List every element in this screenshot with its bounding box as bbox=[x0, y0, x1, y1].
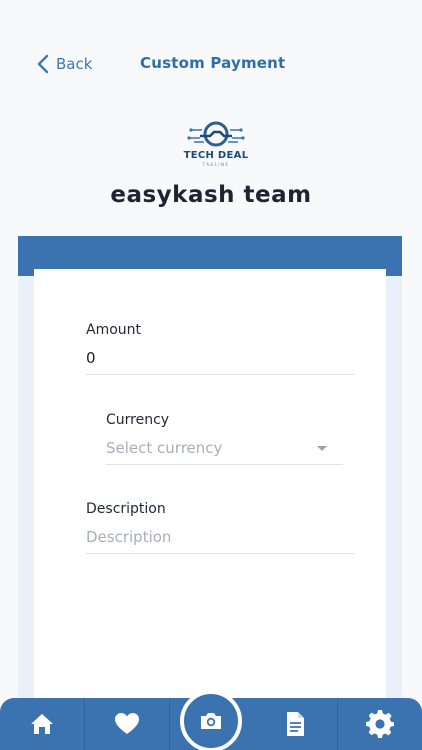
chevron-down-icon[interactable] bbox=[317, 446, 327, 451]
tab-home[interactable] bbox=[0, 698, 85, 750]
back-button[interactable]: Back bbox=[36, 53, 92, 75]
description-label: Description bbox=[86, 501, 166, 517]
description-input[interactable]: Description bbox=[86, 528, 171, 546]
merchant-name: easykash team bbox=[110, 182, 312, 208]
camera-icon bbox=[201, 713, 222, 729]
currency-select[interactable]: Select currency bbox=[106, 439, 222, 457]
logo-tagline: TAGLINE bbox=[202, 162, 230, 167]
amount-underline bbox=[86, 374, 355, 375]
logo-name: TECH DEAL bbox=[183, 150, 249, 161]
bottom-tab-bar bbox=[0, 690, 422, 750]
chevron-left-icon bbox=[37, 54, 49, 74]
merchant-logo: TECH DEAL TAGLINE bbox=[178, 120, 254, 168]
back-label: Back bbox=[56, 55, 93, 73]
home-icon bbox=[30, 714, 53, 734]
description-underline bbox=[86, 553, 355, 554]
page-title: Custom Payment bbox=[140, 54, 286, 72]
tab-settings[interactable] bbox=[338, 698, 422, 750]
amount-label: Amount bbox=[86, 322, 142, 338]
tab-documents[interactable] bbox=[253, 698, 339, 750]
currency-underline bbox=[106, 464, 343, 465]
currency-label: Currency bbox=[106, 412, 170, 428]
camera-button[interactable] bbox=[180, 690, 243, 750]
tab-camera[interactable] bbox=[169, 690, 254, 750]
heart-icon bbox=[114, 713, 139, 734]
tab-favorites[interactable] bbox=[84, 698, 170, 750]
handshake-circuit-icon bbox=[187, 121, 245, 147]
gear-icon bbox=[366, 710, 395, 738]
amount-input[interactable]: 0 bbox=[86, 349, 96, 367]
document-icon bbox=[287, 712, 305, 736]
top-bar: Back Custom Payment bbox=[0, 0, 422, 110]
payment-form-card: Amount 0 Currency Select currency Descri… bbox=[34, 269, 386, 750]
